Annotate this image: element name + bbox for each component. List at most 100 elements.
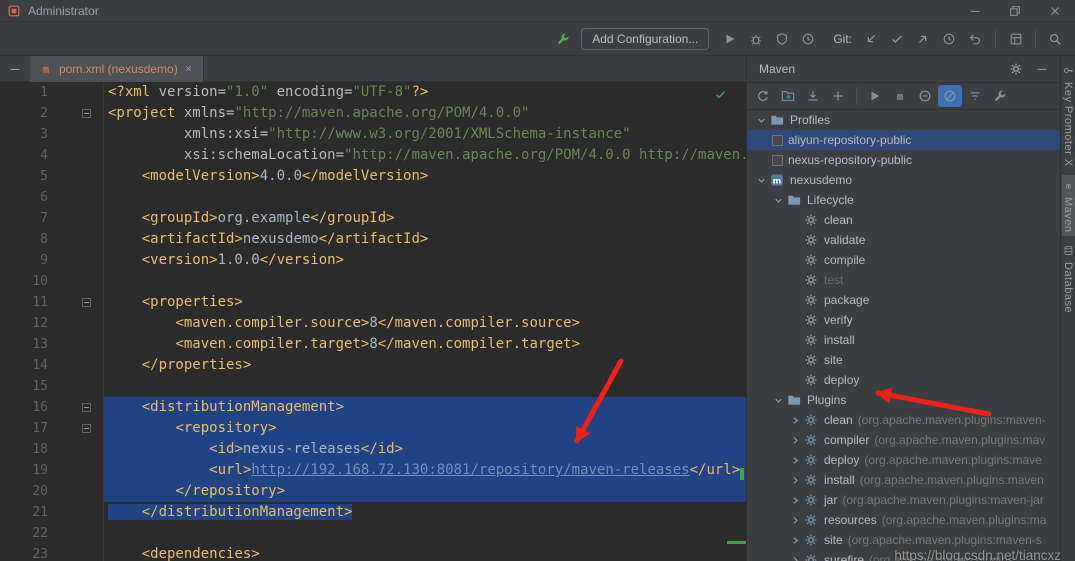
scrollbar-change-mark [727,541,746,544]
minimize-button[interactable] [955,0,995,22]
restore-button[interactable] [995,0,1035,22]
code-editor[interactable]: 1<?xml version="1.0" encoding="UTF-8"?>2… [0,82,746,561]
code-line-19[interactable]: 19 <url>http://192.168.72.130:8081/repos… [0,460,746,481]
editor-tab-pom-xml[interactable]: m pom.xml (nexusdemo) [30,56,204,82]
git-commit-button[interactable] [885,28,909,50]
offline-mode-button[interactable] [913,85,937,107]
chevron-right-icon[interactable] [787,515,803,526]
chevron-right-icon[interactable] [787,495,803,506]
code-line-1[interactable]: 1<?xml version="1.0" encoding="UTF-8"?> [0,82,746,103]
hide-panel-button[interactable] [1030,58,1054,80]
chevron-right-icon[interactable] [787,435,803,446]
close-icon[interactable] [183,61,195,77]
code-line-8[interactable]: 8 <artifactId>nexusdemo</artifactId> [0,229,746,250]
git-update-button[interactable] [859,28,883,50]
code-line-13[interactable]: 13 <maven.compiler.target>8</maven.compi… [0,334,746,355]
profiler-button[interactable] [796,28,820,50]
code-line-21[interactable]: 21 </distributionManagement> [0,502,746,523]
tree-item-plugin-clean[interactable]: clean(org.apache.maven.plugins:maven- [747,410,1060,430]
chevron-right-icon[interactable] [787,455,803,466]
tree-item-goal-compile[interactable]: compile [747,250,1060,270]
tree-item-goal-install[interactable]: install [747,330,1060,350]
code-line-5[interactable]: 5 <modelVersion>4.0.0</modelVersion> [0,166,746,187]
inspections-ok-icon[interactable] [712,86,728,102]
code-line-20[interactable]: 20 </repository> [0,481,746,502]
code-line-14[interactable]: 14 </properties> [0,355,746,376]
search-everywhere-button[interactable] [1043,28,1067,50]
code-line-17[interactable]: 17 <repository> [0,418,746,439]
code-line-15[interactable]: 15 [0,376,746,397]
git-history-button[interactable] [937,28,961,50]
tree-item-profile-nexus[interactable]: nexus-repository-public [747,150,1060,170]
tree-item-goal-package[interactable]: package [747,290,1060,310]
code-line-7[interactable]: 7 <groupId>org.example</groupId> [0,208,746,229]
chevron-down-icon[interactable] [753,115,769,126]
chevron-down-icon[interactable] [753,175,769,186]
code-line-10[interactable]: 10 [0,271,746,292]
debug-button[interactable] [744,28,768,50]
coverage-button[interactable] [770,28,794,50]
tree-item-plugin-deploy[interactable]: deploy(org.apache.maven.plugins:mave [747,450,1060,470]
tree-item-nexusdemo[interactable]: mnexusdemo [747,170,1060,190]
tree-item-goal-clean[interactable]: clean [747,210,1060,230]
code-line-22[interactable]: 22 [0,523,746,544]
stripe-tab-key-promoter-x[interactable]: Key Promoter X [1062,60,1075,171]
tree-item-goal-deploy[interactable]: deploy [747,370,1060,390]
git-push-button[interactable] [911,28,935,50]
tree-item-goal-verify[interactable]: verify [747,310,1060,330]
skip-tests-button[interactable] [938,85,962,107]
tree-item-goal-test[interactable]: test [747,270,1060,290]
tree-item-plugin-resources[interactable]: resources(org.apache.maven.plugins:ma [747,510,1060,530]
tree-item-plugins[interactable]: Plugins [747,390,1060,410]
tree-item-goal-site[interactable]: site [747,350,1060,370]
close-button[interactable] [1035,0,1075,22]
maven-settings-button[interactable] [988,85,1012,107]
code-line-12[interactable]: 12 <maven.compiler.source>8</maven.compi… [0,313,746,334]
tree-item-lifecycle[interactable]: Lifecycle [747,190,1060,210]
tree-item-profiles[interactable]: Profiles [747,110,1060,130]
git-rollback-button[interactable] [963,28,987,50]
run-goal-button[interactable] [863,85,887,107]
code-line-18[interactable]: 18 <id>nexus-releases</id> [0,439,746,460]
fold-marker-icon[interactable] [82,424,91,433]
chevron-right-icon[interactable] [787,475,803,486]
hide-tabs-icon[interactable] [8,61,22,77]
structure-button[interactable] [1004,28,1028,50]
filter-button[interactable] [963,85,987,107]
reimport-button[interactable] [751,85,775,107]
code-line-11[interactable]: 11 <properties> [0,292,746,313]
code-line-16[interactable]: 16 <distributionManagement> [0,397,746,418]
build-wrench-icon[interactable] [552,31,574,47]
code-line-2[interactable]: 2<project xmlns="http://maven.apache.org… [0,103,746,124]
code-line-23[interactable]: 23 <dependencies> [0,544,746,561]
execute-goal-button[interactable]: m [888,85,912,107]
maven-settings-gear-button[interactable] [1004,58,1028,80]
chevron-right-icon[interactable] [787,535,803,546]
add-maven-project-button[interactable] [826,85,850,107]
profile-checkbox[interactable] [772,155,783,166]
code-line-4[interactable]: 4 xsi:schemaLocation="http://maven.apach… [0,145,746,166]
chevron-right-icon[interactable] [787,555,803,561]
download-sources-button[interactable] [801,85,825,107]
chevron-down-icon[interactable] [770,395,786,406]
chevron-right-icon[interactable] [787,415,803,426]
add-configuration-button[interactable]: Add Configuration... [581,28,709,50]
chevron-down-icon[interactable] [770,195,786,206]
run-button[interactable] [718,28,742,50]
tree-item-plugin-install[interactable]: install(org.apache.maven.plugins:maven [747,470,1060,490]
fold-marker-icon[interactable] [82,298,91,307]
profile-checkbox[interactable] [772,135,783,146]
tree-item-profile-aliyun[interactable]: aliyun-repository-public [747,130,1060,150]
generate-sources-button[interactable] [776,85,800,107]
tree-item-plugin-site[interactable]: site(org.apache.maven.plugins:maven-s [747,530,1060,550]
code-line-3[interactable]: 3 xmlns:xsi="http://www.w3.org/2001/XMLS… [0,124,746,145]
fold-marker-icon[interactable] [82,403,91,412]
tree-item-goal-validate[interactable]: validate [747,230,1060,250]
code-line-9[interactable]: 9 <version>1.0.0</version> [0,250,746,271]
stripe-tab-maven[interactable]: mMaven [1062,175,1075,237]
fold-marker-icon[interactable] [82,109,91,118]
code-line-6[interactable]: 6 [0,187,746,208]
stripe-tab-database[interactable]: Database [1062,240,1075,317]
tree-item-plugin-compiler[interactable]: compiler(org.apache.maven.plugins:mav [747,430,1060,450]
tree-item-plugin-jar[interactable]: jar(org.apache.maven.plugins:maven-jar [747,490,1060,510]
